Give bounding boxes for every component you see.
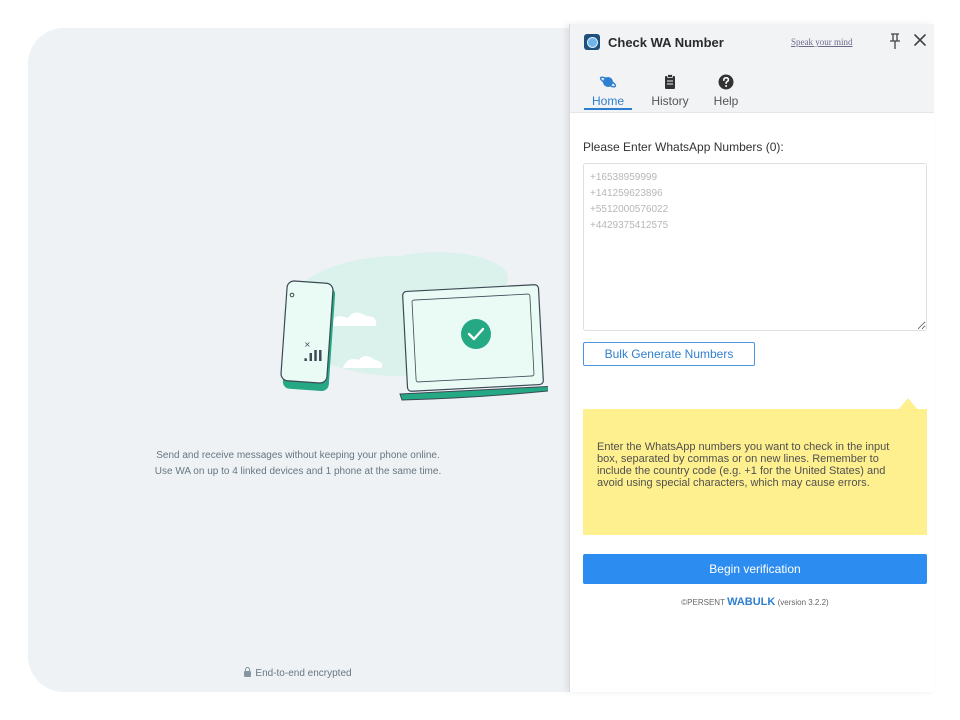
tab-history-label: History [651, 94, 689, 108]
tab-help-label: Help [713, 94, 739, 108]
tab-history[interactable]: History [646, 70, 694, 108]
tab-help[interactable]: Help [708, 70, 744, 108]
begin-verification-button[interactable]: Begin verification [583, 554, 927, 584]
whatsapp-intro-panel: .ıll × Send and receive messages without… [28, 28, 568, 692]
numbers-input[interactable] [583, 163, 927, 331]
feedback-link[interactable]: Speak your mind [791, 37, 853, 47]
svg-text:×: × [304, 340, 311, 349]
tab-home[interactable]: Home [584, 70, 632, 110]
footer-copyright: ©PERSENT [681, 598, 725, 607]
bulk-generate-button[interactable]: Bulk Generate Numbers [583, 342, 755, 366]
footer: ©PERSENT WABULK (version 3.2.2) [583, 596, 927, 608]
linked-devices-illustration: .ıll × [280, 252, 548, 401]
caption-line-2: Use WA on up to 4 linked devices and 1 p… [154, 466, 442, 477]
intro-caption: Send and receive messages without keepin… [28, 448, 568, 480]
clipboard-icon [665, 74, 675, 89]
home-content: Please Enter WhatsApp Numbers (0): Bulk … [583, 140, 927, 608]
panel-title: Check WA Number [608, 35, 724, 50]
question-icon [718, 74, 734, 90]
lock-icon [244, 667, 252, 677]
tab-home-label: Home [591, 94, 624, 108]
encryption-notice: End-to-end encrypted [28, 667, 568, 679]
svg-text:.ıll: .ıll [303, 349, 323, 365]
app-logo-icon [584, 34, 600, 50]
planet-icon [599, 76, 617, 88]
check-wa-number-panel: Check WA Number Speak your mind Home His… [569, 24, 934, 692]
pin-icon[interactable] [888, 32, 902, 50]
close-icon[interactable] [912, 32, 928, 48]
footer-brand-link[interactable]: WABULK [727, 596, 775, 608]
instruction-tip: Enter the WhatsApp numbers you want to c… [583, 409, 927, 535]
encryption-label: End-to-end encrypted [255, 668, 352, 679]
panel-header: Check WA Number Speak your mind Home His… [570, 24, 934, 113]
numbers-input-label: Please Enter WhatsApp Numbers (0): [583, 140, 784, 154]
footer-version: (version 3.2.2) [777, 598, 829, 607]
caption-line-1: Send and receive messages without keepin… [156, 450, 440, 461]
